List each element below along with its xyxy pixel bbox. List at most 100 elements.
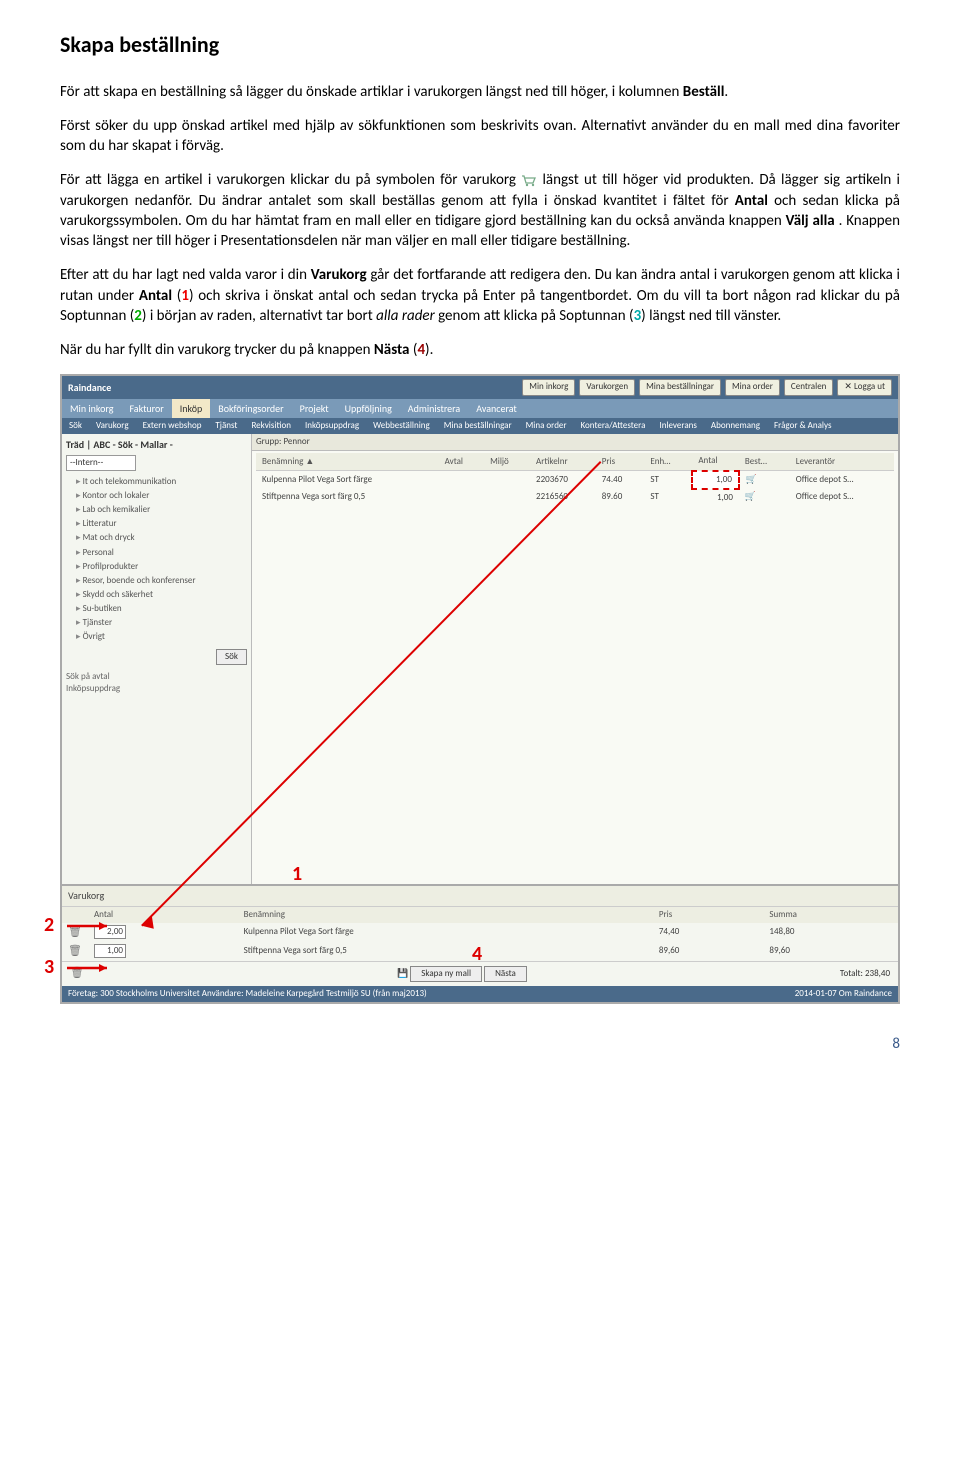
col-leverantor[interactable]: Leverantör bbox=[790, 453, 894, 470]
submenu-item[interactable]: Inleverans bbox=[652, 418, 703, 434]
paragraph-5: När du har fyllt din varukorg trycker du… bbox=[60, 340, 900, 360]
italic-alla-rader: alla rader bbox=[376, 307, 435, 325]
save-icon[interactable]: 💾 bbox=[397, 968, 408, 979]
top-btn-mina-bestallningar[interactable]: Mina beställningar bbox=[639, 379, 721, 395]
submenu-item[interactable]: Frågor & Analys bbox=[767, 418, 839, 434]
cart-col-summa: Summa bbox=[763, 907, 898, 923]
cart-icon[interactable]: 🛒 bbox=[739, 489, 790, 506]
text: För att skapa en beställning så lägger d… bbox=[60, 83, 683, 101]
text: Efter att du har lagt ned valda varor i … bbox=[60, 266, 311, 284]
cell-name: Kulpenna Pilot Vega Sort färge bbox=[256, 471, 439, 489]
menu-administrera[interactable]: Administrera bbox=[400, 399, 468, 419]
submenu-item[interactable]: Mina beställningar bbox=[437, 418, 519, 434]
submenu-item[interactable]: Sök bbox=[62, 418, 89, 434]
submenu-item[interactable]: Varukorg bbox=[89, 418, 136, 434]
tree-item[interactable]: It och telekommunikation bbox=[66, 475, 247, 489]
cell-pris: 74.40 bbox=[596, 471, 645, 489]
submenu-item[interactable]: Inköpsuppdrag bbox=[298, 418, 366, 434]
cell-antal-highlight[interactable]: 1,00 bbox=[692, 471, 739, 489]
sok-button[interactable]: Sök bbox=[216, 649, 247, 665]
callout-4: 4 bbox=[417, 341, 425, 359]
tree-item[interactable]: Skydd och säkerhet bbox=[66, 588, 247, 602]
tree-item[interactable]: Profilprodukter bbox=[66, 560, 247, 574]
col-miljo[interactable]: Miljö bbox=[484, 453, 530, 470]
col-avtal[interactable]: Avtal bbox=[439, 453, 485, 470]
submenu-item[interactable]: Rekvisition bbox=[244, 418, 298, 434]
menu-inkop[interactable]: Inköp bbox=[172, 399, 211, 419]
sidebar-link[interactable]: Inköpsuppdrag bbox=[66, 683, 247, 695]
cart-footer: 🗑 💾 Skapa ny mall Nästa Totalt: 238,40 bbox=[62, 961, 898, 986]
submenu-item[interactable]: Webbeställning bbox=[366, 418, 437, 434]
tree-item[interactable]: Resor, boende och konferenser bbox=[66, 574, 247, 588]
callout-2: 2 bbox=[134, 307, 142, 325]
submenu-item[interactable]: Tjänst bbox=[208, 418, 244, 434]
col-enh[interactable]: Enh… bbox=[644, 453, 692, 470]
qty-input[interactable]: 2,00 bbox=[94, 925, 126, 939]
top-btn-logga-ut[interactable]: ✕ Logga ut bbox=[837, 379, 892, 395]
paragraph-1: För att skapa en beställning så lägger d… bbox=[60, 82, 900, 102]
tree-item[interactable]: Kontor och lokaler bbox=[66, 489, 247, 503]
cart-cell-name: Kulpenna Pilot Vega Sort färge bbox=[238, 923, 653, 942]
page-number: 8 bbox=[60, 1034, 900, 1054]
bold-nasta: Nästa bbox=[374, 341, 410, 359]
menu-min-inkorg[interactable]: Min inkorg bbox=[62, 399, 121, 419]
top-btn-min-inkorg[interactable]: Min inkorg bbox=[522, 379, 575, 395]
menubar: Min inkorg Fakturor Inköp Bokföringsorde… bbox=[62, 399, 898, 419]
top-btn-varukorgen[interactable]: Varukorgen bbox=[579, 379, 635, 395]
cart-icon[interactable]: 🛒 bbox=[739, 471, 790, 489]
qty-input[interactable]: 1,00 bbox=[94, 944, 126, 958]
cell-antal[interactable]: 1,00 bbox=[692, 489, 739, 506]
nasta-button[interactable]: Nästa bbox=[484, 966, 527, 982]
menu-fakturor[interactable]: Fakturor bbox=[121, 399, 171, 419]
submenu-item[interactable]: Abonnemang bbox=[704, 418, 767, 434]
tree-dropdown[interactable]: --Intern-- bbox=[66, 455, 136, 471]
tree-item[interactable]: Personal bbox=[66, 546, 247, 560]
sidebar-tabs[interactable]: Träd | ABC - Sök - Mallar - bbox=[66, 438, 247, 452]
cell-pris: 89.60 bbox=[596, 489, 645, 506]
sidebar-link[interactable]: Sök på avtal bbox=[66, 671, 247, 683]
col-antal[interactable]: Antal bbox=[692, 453, 739, 470]
tree-item[interactable]: Litteratur bbox=[66, 517, 247, 531]
cell-lev: Office depot S… bbox=[790, 489, 894, 506]
cart-cell-sum: 89,60 bbox=[763, 942, 898, 961]
trash-icon[interactable]: 🗑 bbox=[68, 944, 82, 957]
trash-all-icon[interactable]: 🗑 bbox=[70, 966, 84, 981]
app-brand: Raindance bbox=[68, 381, 111, 395]
tree-item[interactable]: Su-butiken bbox=[66, 602, 247, 616]
cart-col-pris: Pris bbox=[653, 907, 764, 923]
menu-avancerat[interactable]: Avancerat bbox=[468, 399, 525, 419]
col-benamning[interactable]: Benämning ▲ bbox=[256, 453, 439, 470]
tree-item[interactable]: Mat och dryck bbox=[66, 531, 247, 545]
cart-header-row: Antal Benämning Pris Summa bbox=[62, 907, 898, 923]
menu-projekt[interactable]: Projekt bbox=[292, 399, 337, 419]
grid-header-row: Benämning ▲ Avtal Miljö Artikelnr Pris E… bbox=[256, 453, 894, 470]
submenu-item[interactable]: Kontera/Attestera bbox=[574, 418, 653, 434]
status-left: Företag: 300 Stockholms Universitet Anvä… bbox=[68, 988, 427, 1000]
text: ) längst ned till vänster. bbox=[641, 307, 781, 325]
cart-cell-name: Stiftpenna Vega sort färg 0,5 bbox=[238, 942, 653, 961]
cart-col-benamning: Benämning bbox=[238, 907, 653, 923]
cart-icon bbox=[521, 174, 537, 188]
submenu-item[interactable]: Extern webshop bbox=[136, 418, 209, 434]
tree-item[interactable]: Övrigt bbox=[66, 630, 247, 644]
menu-uppfoljning[interactable]: Uppföljning bbox=[337, 399, 400, 419]
main-area: Grupp: Pennor Benämning ▲ Avtal Miljö Ar… bbox=[252, 434, 898, 884]
app-body: Träd | ABC - Sök - Mallar - --Intern-- I… bbox=[62, 434, 898, 884]
cart-col-antal: Antal bbox=[88, 907, 238, 923]
top-btn-centralen[interactable]: Centralen bbox=[784, 379, 833, 395]
skapa-ny-mall-button[interactable]: Skapa ny mall bbox=[410, 966, 482, 982]
col-artikelnr[interactable]: Artikelnr bbox=[530, 453, 596, 470]
tree-item[interactable]: Tjänster bbox=[66, 616, 247, 630]
text: ) i början av raden, alternativt tar bor… bbox=[142, 307, 376, 325]
col-best[interactable]: Best… bbox=[739, 453, 790, 470]
top-btn-mina-order[interactable]: Mina order bbox=[725, 379, 780, 395]
text: För att lägga en artikel i varukorgen kl… bbox=[60, 171, 521, 189]
paragraph-4: Efter att du har lagt ned valda varor i … bbox=[60, 265, 900, 326]
trash-icon[interactable]: 🗑 bbox=[68, 925, 82, 938]
col-pris[interactable]: Pris bbox=[596, 453, 645, 470]
cart-total: Totalt: 238,40 bbox=[840, 968, 890, 980]
menu-bokforingsorder[interactable]: Bokföringsorder bbox=[210, 399, 291, 419]
app-screenshot: Raindance Min inkorg Varukorgen Mina bes… bbox=[60, 374, 900, 1003]
submenu-item[interactable]: Mina order bbox=[519, 418, 574, 434]
tree-item[interactable]: Lab och kemikalier bbox=[66, 503, 247, 517]
